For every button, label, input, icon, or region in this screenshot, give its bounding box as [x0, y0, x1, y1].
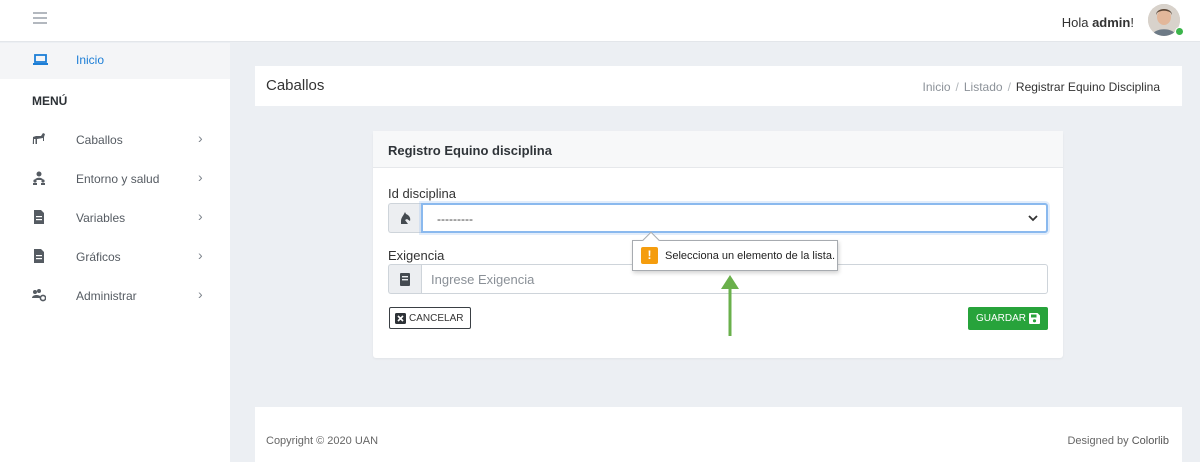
breadcrumb: Inicio / Listado / Registrar Equino Discipli…: [923, 80, 1160, 94]
greeting-suffix: !: [1130, 15, 1134, 30]
sidebar-item-graficos[interactable]: Gráficos ›: [0, 239, 230, 275]
chevron-right-icon: ›: [198, 208, 203, 224]
breadcrumb-current: Registrar Equino Disciplina: [1015, 80, 1160, 94]
sidebar-item-administrar[interactable]: Administrar ›: [0, 278, 230, 314]
close-box-icon: [395, 312, 406, 324]
discipline-select[interactable]: ---------: [421, 203, 1048, 233]
colorlib-link[interactable]: Colorlib: [1132, 435, 1169, 447]
sidebar-item-label: Gráficos: [76, 250, 121, 264]
file-icon: [34, 210, 44, 224]
username: admin: [1092, 15, 1131, 30]
sidebar-item-label: Entorno y salud: [76, 172, 160, 186]
requirement-label: Exigencia: [388, 248, 445, 263]
sidebar-item-caballos[interactable]: Caballos ›: [0, 122, 230, 158]
breadcrumb-inicio[interactable]: Inicio: [923, 80, 951, 94]
breadcrumb-separator: /: [1007, 80, 1011, 94]
sidebar-item-label: Caballos: [76, 133, 123, 147]
breadcrumb-separator: /: [955, 80, 959, 94]
sidebar-item-label: Inicio: [76, 53, 105, 67]
chevron-right-icon: ›: [198, 247, 203, 263]
copyright-text: Copyright © 2020 UAN: [266, 435, 379, 447]
users-icon: [33, 171, 45, 185]
users-cog-icon: [32, 289, 46, 302]
sidebar-item-label: Administrar: [76, 289, 137, 303]
chevron-right-icon: ›: [198, 286, 203, 302]
menu-heading: MENÚ: [32, 94, 68, 108]
page-header: Caballos Inicio / Listado / Registrar Equino…: [255, 66, 1182, 106]
footer: Copyright © 2020 UAN Designed by Colorli…: [255, 407, 1182, 462]
online-status-indicator: [1175, 27, 1184, 36]
chevron-down-icon: [1028, 215, 1038, 222]
discipline-label: Id disciplina: [388, 186, 456, 201]
warning-icon: !: [641, 247, 658, 264]
user-greeting: Hola admin!: [1062, 15, 1134, 30]
save-icon: [1029, 313, 1040, 324]
sidebar-item-inicio[interactable]: Inicio: [0, 43, 230, 79]
save-button[interactable]: GUARDAR: [968, 307, 1048, 330]
sidebar-item-label: Variables: [76, 211, 126, 225]
sidebar-item-entorno-salud[interactable]: Entorno y salud ›: [0, 161, 230, 197]
discipline-addon: [388, 203, 421, 233]
cancel-button[interactable]: CANCELAR: [389, 307, 471, 329]
laptop-icon: [33, 54, 48, 65]
validation-tooltip: ! Selecciona un elemento de la lista.: [632, 240, 838, 271]
cancel-button-label: CANCELAR: [409, 312, 464, 324]
designed-by: Designed by Colorlib: [1067, 435, 1169, 447]
hamburger-menu-icon[interactable]: [33, 12, 47, 24]
requirement-addon: [388, 264, 421, 294]
discipline-selected-value: ---------: [437, 212, 473, 226]
horse-icon: [32, 133, 45, 144]
designed-by-text: Designed by: [1067, 435, 1132, 447]
sidebar: Inicio MENÚ Caballos › Entorno y salud ›…: [0, 43, 230, 462]
discipline-input-group: ---------: [388, 203, 1048, 233]
form-title: Registro Equino disciplina: [373, 131, 1063, 168]
sidebar-item-variables[interactable]: Variables ›: [0, 200, 230, 236]
chevron-right-icon: ›: [198, 130, 203, 146]
chevron-right-icon: ›: [198, 169, 203, 185]
save-button-label: GUARDAR: [975, 313, 1026, 324]
arrow-up-icon: [721, 275, 739, 336]
top-navbar: Hola admin!: [0, 0, 1200, 42]
breadcrumb-listado[interactable]: Listado: [964, 80, 1003, 94]
validation-message: Selecciona un elemento de la lista.: [665, 250, 835, 262]
file-icon: [34, 249, 44, 263]
book-icon: [400, 273, 410, 286]
greeting-text: Hola: [1061, 15, 1093, 30]
page-title: Caballos: [266, 77, 325, 94]
chess-knight-icon: [401, 212, 411, 224]
